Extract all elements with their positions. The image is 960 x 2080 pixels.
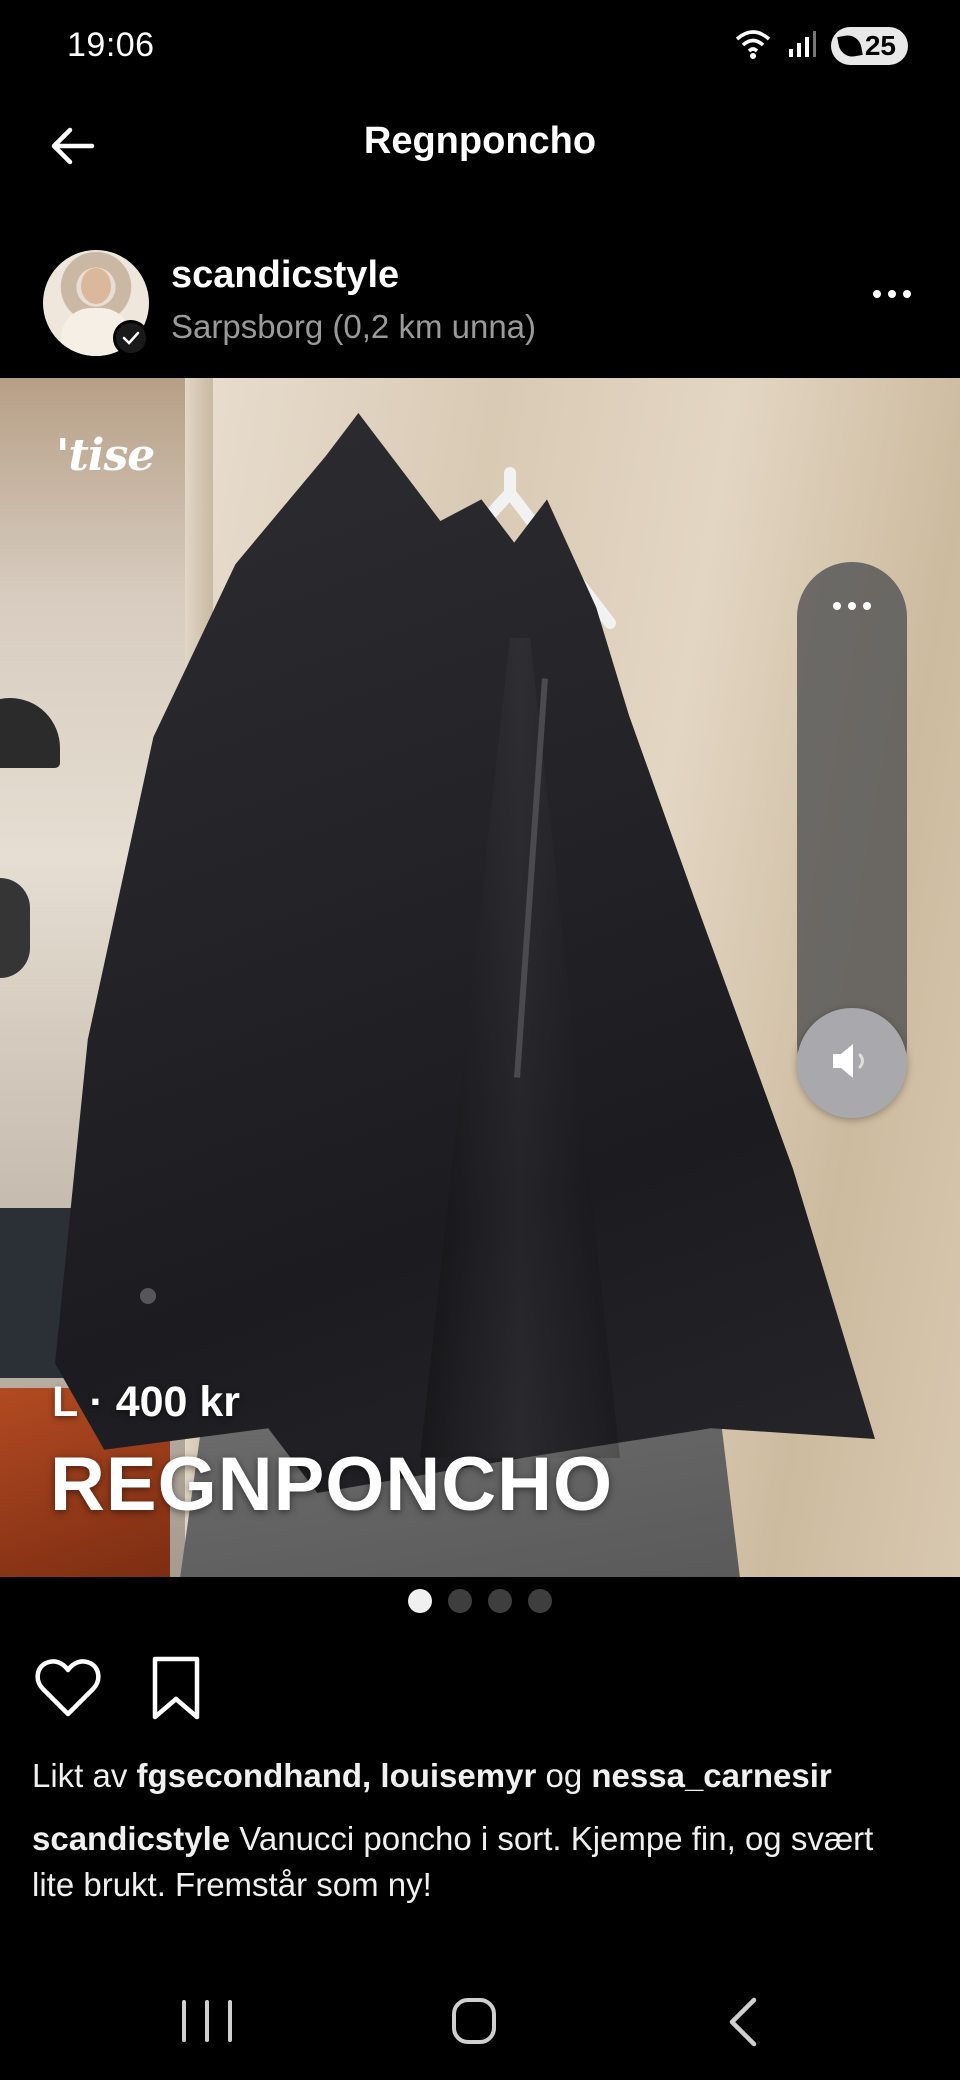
liked-by-user[interactable]: fgsecondhand, (137, 1757, 372, 1794)
carousel-dot[interactable] (408, 1589, 432, 1613)
tise-watermark: 'tise (56, 430, 155, 481)
system-nav-bar (0, 1970, 960, 2080)
seller-location: Sarpsborg (0,2 km unna) (171, 308, 537, 345)
page-title: Regnponcho (363, 120, 597, 162)
heart-icon (34, 1658, 102, 1723)
more-horizontal-icon (873, 290, 881, 298)
liked-by-user[interactable]: nessa_carnesir (591, 1757, 831, 1794)
battery-indicator: 25 (830, 27, 908, 65)
bookmark-icon (149, 1655, 203, 1726)
app-bar: Regnponcho (0, 92, 960, 202)
carousel-dot[interactable] (488, 1589, 512, 1613)
size-price: L · 400 kr (52, 1378, 241, 1426)
status-icons: 25 (733, 26, 908, 66)
home-button[interactable] (452, 1998, 496, 2044)
liked-by-user[interactable]: louisemyr (380, 1757, 536, 1794)
system-back-button[interactable] (724, 1996, 764, 2048)
product-title: REGNPONCHO (50, 1442, 614, 1527)
carousel-dot[interactable] (448, 1589, 472, 1613)
image-carousel-dots (0, 1587, 960, 1615)
save-button[interactable] (140, 1654, 212, 1726)
video-more-icon[interactable] (797, 602, 907, 610)
seller-header: scandicstyle Sarpsborg (0,2 km unna) (0, 240, 960, 368)
caption-username[interactable]: scandicstyle (32, 1820, 230, 1857)
battery-level: 25 (864, 30, 896, 61)
status-bar: 19:06 25 (0, 0, 960, 92)
seller-username[interactable]: scandicstyle (171, 254, 399, 297)
speaker-icon (827, 1039, 877, 1088)
caption: scandicstyle Vanucci poncho i sort. Kjem… (32, 1816, 912, 1908)
avatar-face (81, 268, 111, 304)
more-options-button[interactable] (862, 274, 922, 314)
carousel-dot[interactable] (528, 1589, 552, 1613)
signal-icon (787, 29, 817, 64)
liked-by-text: Likt av fgsecondhand, louisemyr og nessa… (32, 1757, 832, 1794)
mute-button[interactable] (797, 1008, 907, 1118)
like-button[interactable] (32, 1654, 104, 1726)
wifi-icon (733, 27, 773, 66)
verified-badge-icon (113, 320, 149, 356)
status-time: 19:06 (67, 26, 155, 64)
battery-saver-icon (837, 33, 863, 59)
product-photo[interactable]: 'tise L · 400 kr REGNPONCHO (0, 378, 960, 1577)
recents-button[interactable] (182, 2000, 232, 2046)
